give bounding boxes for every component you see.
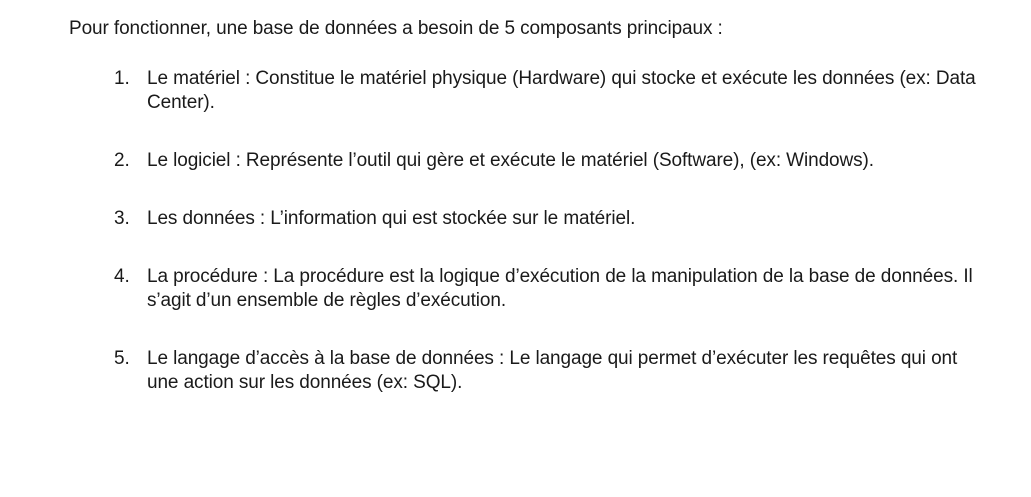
list-item-text: Le langage d’accès à la base de données … [147,348,958,393]
list-item: 4. La procédure : La procédure est la lo… [69,265,989,313]
document-body: Pour fonctionner, une base de données a … [69,17,989,429]
list-item-number: 1. [114,68,130,89]
list-item-number: 2. [114,150,130,171]
list-item-text: La procédure : La procédure est la logiq… [147,266,973,311]
components-list: 1. Le matériel : Constitue le matériel p… [69,67,989,395]
list-item-number: 4. [114,266,130,287]
list-item-number: 3. [114,208,130,229]
list-item: 5. Le langage d’accès à la base de donné… [69,347,989,395]
list-item: 2. Le logiciel : Représente l’outil qui … [69,149,989,173]
list-item: 1. Le matériel : Constitue le matériel p… [69,67,989,115]
intro-paragraph: Pour fonctionner, une base de données a … [69,18,723,39]
list-item-text: Les données : L’information qui est stoc… [147,208,636,229]
list-item-number: 5. [114,348,130,369]
list-item: 3. Les données : L’information qui est s… [69,207,989,231]
list-item-text: Le logiciel : Représente l’outil qui gèr… [147,150,874,171]
list-item-text: Le matériel : Constitue le matériel phys… [147,68,976,113]
